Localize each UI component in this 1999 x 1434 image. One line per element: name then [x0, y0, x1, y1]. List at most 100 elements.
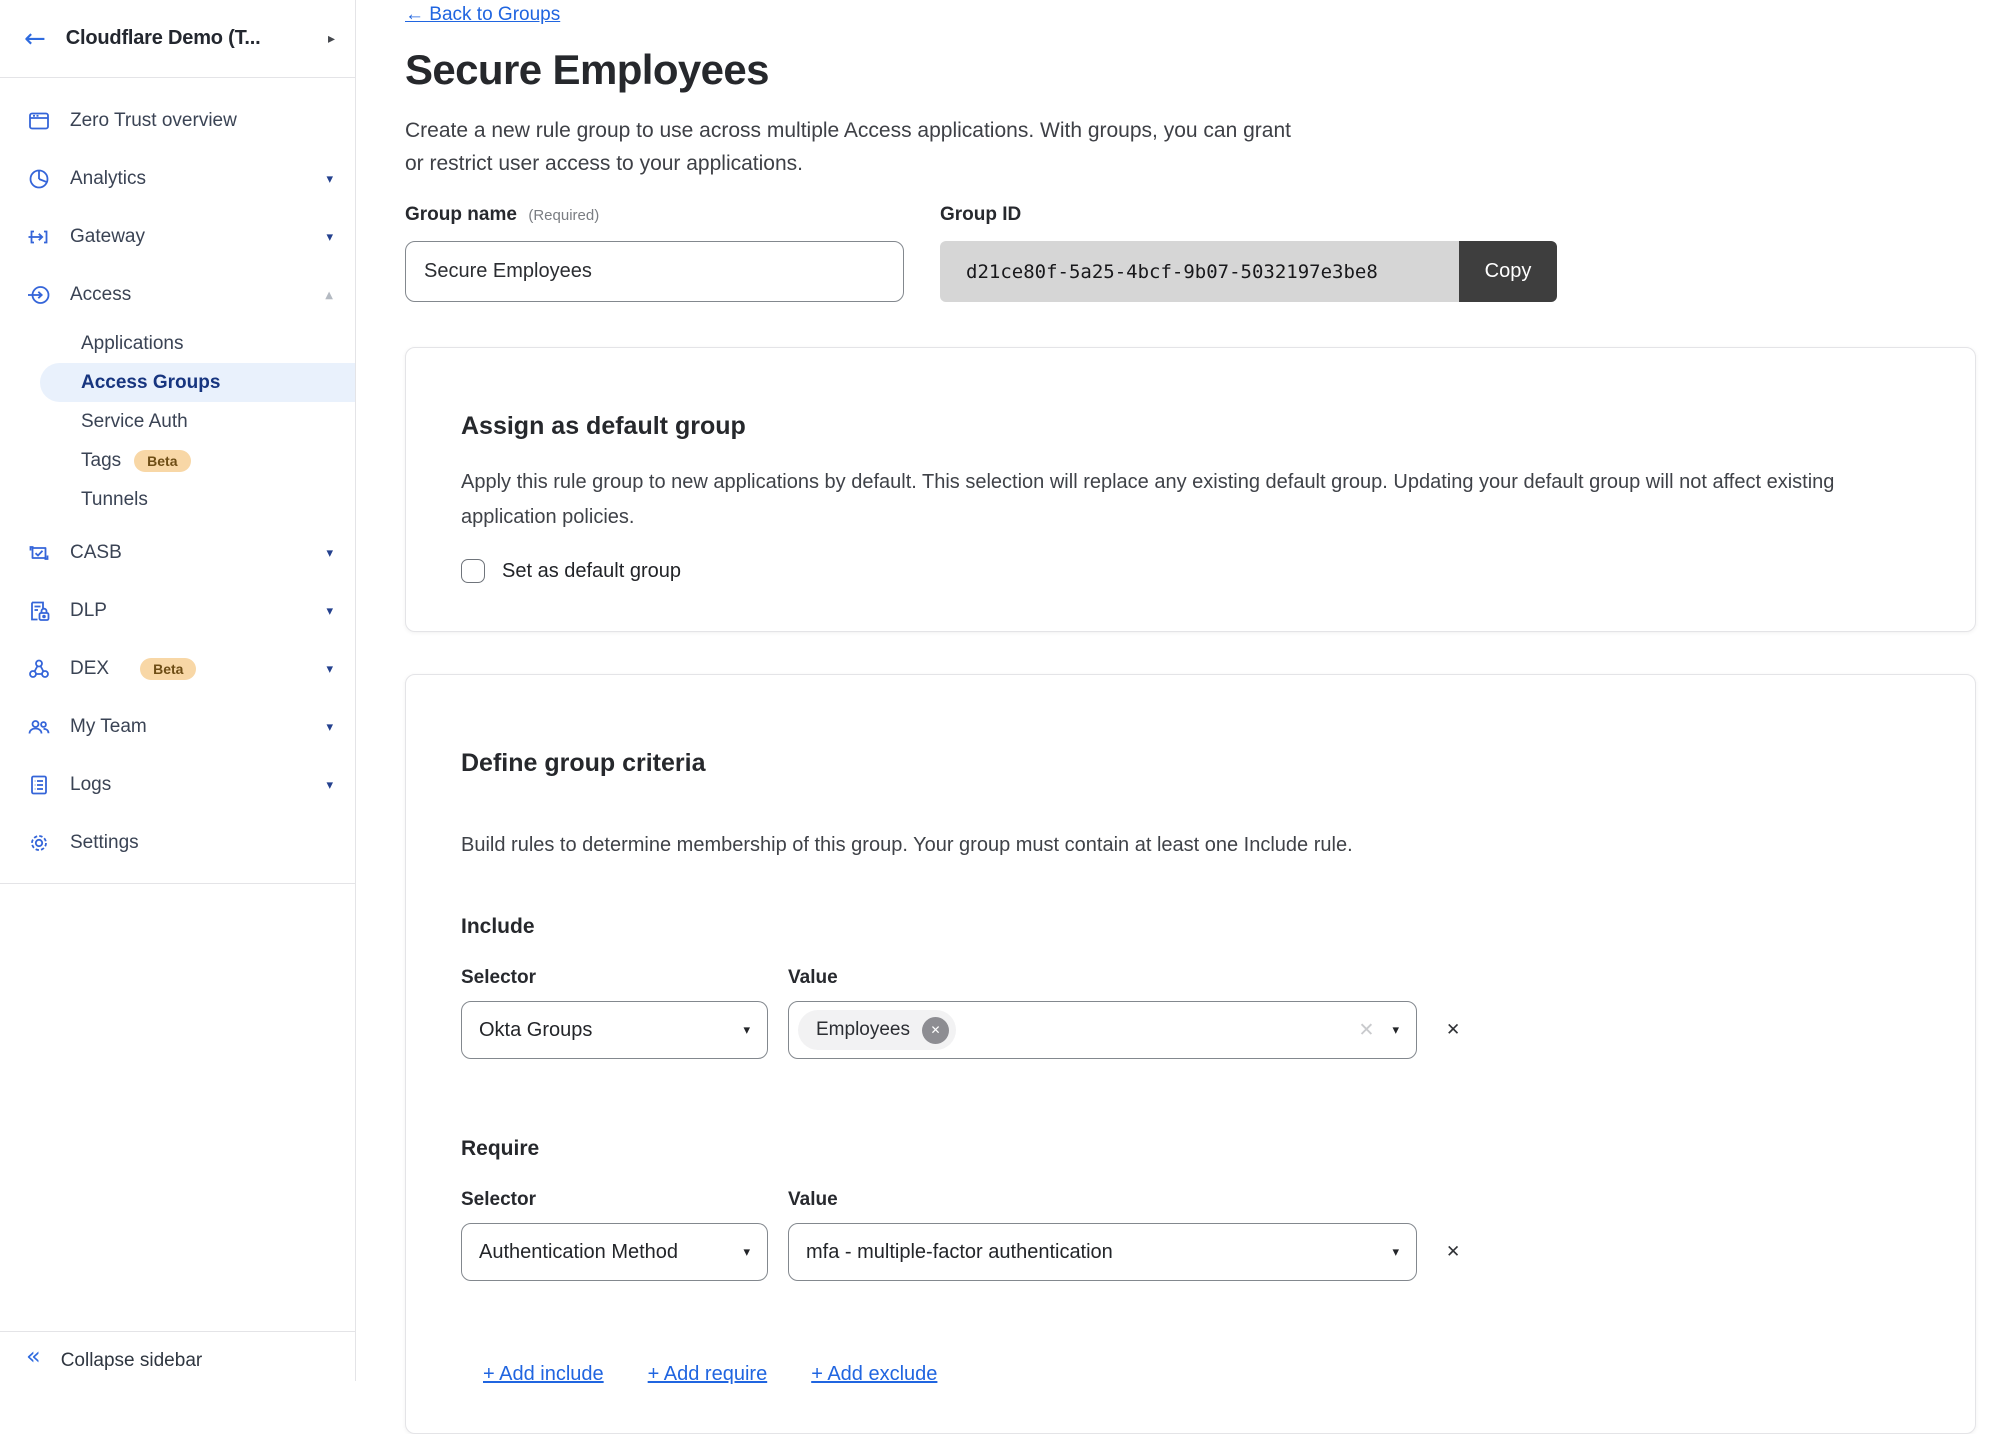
chevron-down-icon: ▾ [743, 1245, 750, 1260]
require-value: mfa - multiple-factor authentication [806, 1241, 1113, 1264]
back-to-groups-link[interactable]: ← Back to Groups [405, 4, 560, 26]
value-chip: Employees ✕ [798, 1010, 956, 1050]
sidebar-item-label: Service Auth [81, 411, 188, 433]
require-labels-row: Selector Value [461, 1189, 1919, 1211]
page-description-line: Create a new rule group to use across mu… [405, 114, 1999, 147]
assign-default-group-title: Assign as default group [461, 412, 1919, 441]
access-icon [26, 283, 52, 307]
chevron-down-icon: ▾ [743, 1023, 750, 1038]
sidebar-item-label: CASB [70, 542, 122, 564]
chevron-down-icon: ▾ [326, 172, 333, 187]
require-value-label: Value [788, 1189, 838, 1211]
account-switcher[interactable]: ← Cloudflare Demo (T... ▸ [0, 0, 355, 78]
define-criteria-description: Build rules to determine membership of t… [461, 828, 1919, 863]
main-content: ← Back to Groups Secure Employees Create… [357, 0, 1999, 1381]
remove-require-rule-icon[interactable]: ✕ [1446, 1242, 1460, 1262]
account-caret-icon: ▸ [328, 31, 335, 47]
sidebar-item-analytics[interactable]: Analytics ▾ [0, 150, 355, 208]
group-name-input[interactable] [405, 241, 904, 302]
sidebar-item-casb[interactable]: CASB ▾ [0, 524, 355, 582]
sidebar-item-label: Zero Trust overview [70, 110, 237, 132]
sidebar-item-label: Logs [70, 774, 111, 796]
remove-include-rule-icon[interactable]: ✕ [1446, 1020, 1460, 1040]
beta-badge: Beta [140, 658, 196, 680]
set-default-group-label: Set as default group [502, 560, 681, 583]
chevron-down-icon: ▾ [326, 720, 333, 735]
sidebar-item-zero-trust-overview[interactable]: Zero Trust overview [0, 92, 355, 150]
logs-list-icon [26, 773, 52, 797]
collapse-sidebar-button[interactable]: « Collapse sidebar [0, 1331, 355, 1381]
group-name-label-row: Group name (Required) [405, 204, 904, 226]
sidebar-item-label: Gateway [70, 226, 145, 248]
sidebar-item-service-auth[interactable]: Service Auth [0, 402, 355, 441]
add-exclude-link[interactable]: + Add exclude [811, 1363, 937, 1386]
add-require-link[interactable]: + Add require [648, 1363, 768, 1386]
require-heading: Require [461, 1137, 1919, 1161]
sidebar-item-label: DLP [70, 600, 107, 622]
description-line: Apply this rule group to new application… [461, 465, 1919, 500]
sidebar-nav: Zero Trust overview Analytics ▾ Gateway … [0, 78, 355, 884]
require-rule-row: Authentication Method ▾ mfa - multiple-f… [461, 1223, 1919, 1281]
assign-default-group-description: Apply this rule group to new application… [461, 465, 1919, 535]
collapse-chevrons-icon: « [26, 1347, 41, 1366]
back-arrow-icon[interactable]: ← [24, 26, 46, 52]
require-selector-value: Authentication Method [479, 1241, 678, 1264]
team-people-icon [26, 715, 52, 739]
sidebar-item-gateway[interactable]: Gateway ▾ [0, 208, 355, 266]
sidebar-item-label: Settings [70, 832, 139, 854]
sidebar-item-tunnels[interactable]: Tunnels [0, 480, 355, 519]
chevron-down-icon: ▾ [326, 662, 333, 677]
copy-button[interactable]: Copy [1459, 241, 1557, 302]
define-group-criteria-card: Define group criteria Build rules to det… [405, 674, 1976, 1434]
require-selector-label: Selector [461, 1189, 788, 1211]
sidebar-item-my-team[interactable]: My Team ▾ [0, 698, 355, 756]
chevron-down-icon: ▾ [326, 230, 333, 245]
sidebar-item-applications[interactable]: Applications [0, 324, 355, 363]
set-default-group-row: Set as default group [461, 559, 1919, 583]
sidebar-item-tags[interactable]: Tags Beta [0, 441, 355, 480]
sidebar-item-dlp[interactable]: DLP ▾ [0, 582, 355, 640]
sidebar-item-label: DEX [70, 658, 109, 680]
sidebar-item-label: Access [70, 284, 131, 306]
page-title: Secure Employees [405, 46, 1999, 94]
gateway-icon [26, 225, 52, 249]
sidebar-item-logs[interactable]: Logs ▾ [0, 756, 355, 814]
value-chip-label: Employees [816, 1019, 910, 1041]
sidebar-item-label: Analytics [70, 168, 146, 190]
include-labels-row: Selector Value [461, 967, 1919, 989]
sidebar-item-access[interactable]: Access ▲ [0, 266, 355, 324]
clear-values-icon[interactable]: ✕ [1359, 1019, 1375, 1041]
require-selector-dropdown[interactable]: Authentication Method ▾ [461, 1223, 768, 1281]
sidebar-item-label: Applications [81, 333, 183, 355]
beta-badge: Beta [134, 450, 190, 472]
include-value-dropdown[interactable]: Employees ✕ ✕ ▾ [788, 1001, 1417, 1059]
group-id-block: Group ID d21ce80f-5a25-4bcf-9b07-5032197… [940, 204, 1557, 302]
sidebar-item-label: Access Groups [81, 372, 220, 394]
include-rule-row: Okta Groups ▾ Employees ✕ ✕ ▾ ✕ [461, 1001, 1919, 1059]
chip-remove-icon[interactable]: ✕ [922, 1017, 949, 1044]
dlp-document-lock-icon [26, 599, 52, 623]
sidebar-item-label: My Team [70, 716, 147, 738]
include-selector-dropdown[interactable]: Okta Groups ▾ [461, 1001, 768, 1059]
group-form-row: Group name (Required) Group ID d21ce80f-… [405, 204, 1999, 302]
include-heading: Include [461, 915, 1919, 939]
add-include-link[interactable]: + Add include [483, 1363, 604, 1386]
chevron-down-icon: ▾ [326, 604, 333, 619]
sidebar-item-access-groups[interactable]: Access Groups [40, 363, 355, 402]
require-value-dropdown[interactable]: mfa - multiple-factor authentication ▾ [788, 1223, 1417, 1281]
dex-network-icon [26, 657, 52, 681]
collapse-sidebar-label: Collapse sidebar [61, 1342, 203, 1372]
sidebar: ← Cloudflare Demo (T... ▸ Zero Trust ove… [0, 0, 356, 1381]
sidebar-item-settings[interactable]: Settings [0, 814, 355, 872]
chevron-down-icon: ▾ [1392, 1245, 1399, 1260]
group-id-label: Group ID [940, 204, 1021, 225]
chevron-down-icon: ▾ [326, 546, 333, 561]
assign-default-group-card: Assign as default group Apply this rule … [405, 347, 1976, 632]
chevron-down-icon: ▾ [326, 778, 333, 793]
include-selector-label: Selector [461, 967, 788, 989]
group-id-row: d21ce80f-5a25-4bcf-9b07-5032197e3be8 Cop… [940, 241, 1557, 302]
description-line: application policies. [461, 500, 1919, 535]
set-default-group-checkbox[interactable] [461, 559, 485, 583]
sidebar-item-dex[interactable]: DEX Beta ▾ [0, 640, 355, 698]
include-selector-value: Okta Groups [479, 1019, 592, 1042]
